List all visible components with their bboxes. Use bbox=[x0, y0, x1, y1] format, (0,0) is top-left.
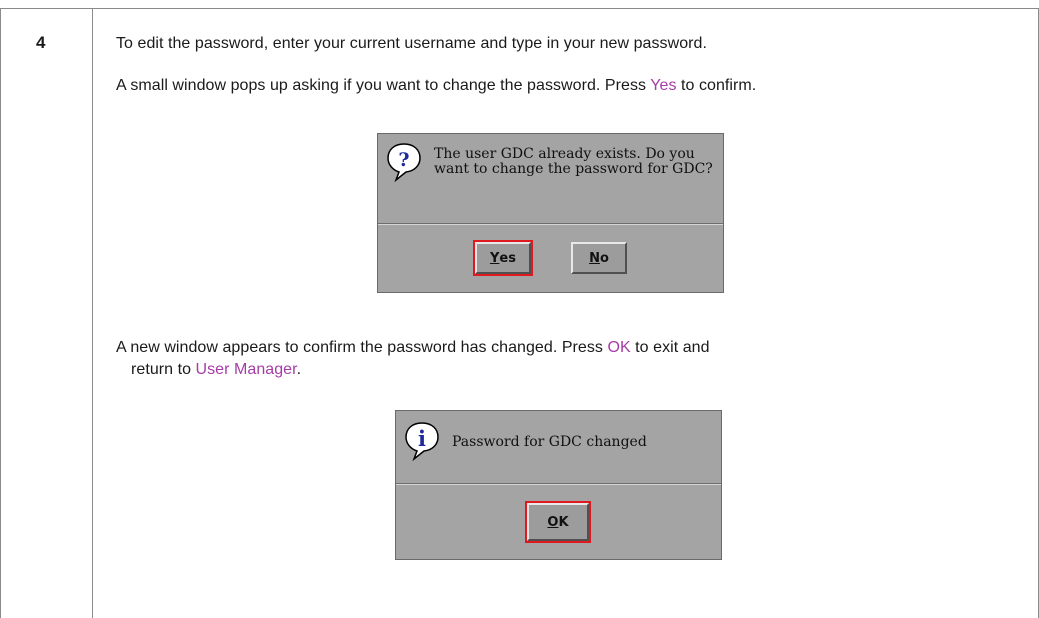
yes-mnemonic: Y bbox=[490, 250, 500, 266]
table-column-divider bbox=[92, 8, 93, 618]
user-manager-reference: User Manager bbox=[195, 361, 297, 378]
instruction-text: A new window appears to confirm the pass… bbox=[116, 339, 608, 356]
dialog-separator bbox=[396, 483, 721, 485]
confirm-message: The user GDC already exists. Do you want… bbox=[434, 146, 713, 177]
step-number: 4 bbox=[36, 33, 46, 52]
svg-text:?: ? bbox=[398, 149, 409, 171]
instruction-line-1: To edit the password, enter your current… bbox=[116, 35, 707, 52]
yes-label: es bbox=[499, 250, 516, 266]
question-icon: ? bbox=[387, 143, 421, 182]
instruction-line-3: A new window appears to confirm the pass… bbox=[116, 338, 710, 358]
dialog-separator bbox=[378, 223, 723, 225]
instruction-line-2: A small window pops up asking if you wan… bbox=[116, 76, 756, 96]
no-mnemonic: N bbox=[589, 250, 600, 266]
yes-reference: Yes bbox=[650, 77, 677, 94]
no-label: o bbox=[599, 250, 609, 266]
ok-label: K bbox=[558, 514, 569, 530]
instruction-text: . bbox=[296, 361, 302, 378]
password-changed-dialog: i Password for GDC changed OK bbox=[395, 410, 722, 560]
instruction-text: to confirm. bbox=[676, 77, 757, 94]
table-top-border bbox=[0, 8, 1039, 9]
info-icon: i bbox=[405, 422, 439, 461]
ok-mnemonic: O bbox=[547, 514, 559, 530]
no-button[interactable]: No bbox=[571, 242, 627, 274]
instruction-text: return to bbox=[131, 361, 196, 378]
info-message: Password for GDC changed bbox=[452, 434, 647, 450]
ok-reference: OK bbox=[607, 339, 631, 356]
svg-text:i: i bbox=[418, 426, 426, 451]
ok-button[interactable]: OK bbox=[525, 501, 591, 543]
instruction-line-4: return to User Manager. bbox=[131, 360, 301, 380]
confirm-change-password-dialog: ? The user GDC already exists. Do you wa… bbox=[377, 133, 724, 293]
instruction-text: A small window pops up asking if you wan… bbox=[116, 77, 651, 94]
instruction-text: to exit and bbox=[630, 339, 710, 356]
yes-button[interactable]: Yes bbox=[473, 240, 533, 276]
table-left-border bbox=[0, 8, 1, 618]
